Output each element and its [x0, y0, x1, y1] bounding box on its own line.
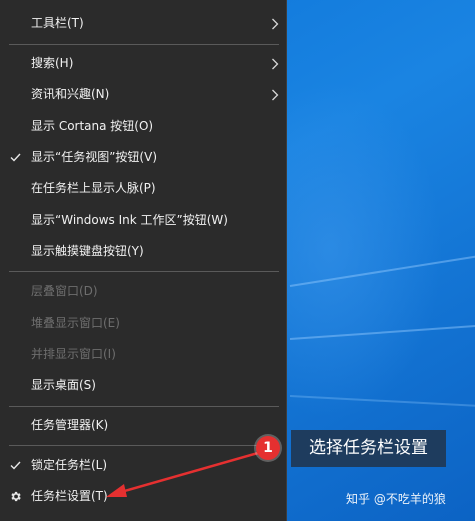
watermark: 知乎 @不吃羊的狼	[346, 492, 446, 506]
callout-label: 选择任务栏设置	[291, 430, 446, 467]
step-number-badge: 1	[256, 436, 280, 460]
